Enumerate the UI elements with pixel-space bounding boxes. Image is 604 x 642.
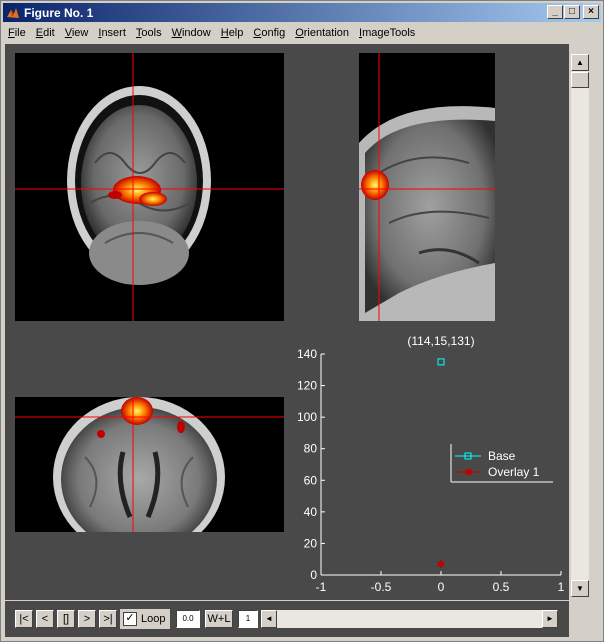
menu-tools[interactable]: Tools [131,27,167,39]
title-bar[interactable]: Figure No. 1 _ □ × [3,3,601,22]
overlay-data-point: ✱ [436,559,445,571]
speed-input[interactable]: 0.0 [176,610,200,628]
menu-imagetools[interactable]: ImageTools [354,27,420,39]
maximize-button[interactable]: □ [564,5,580,19]
window-title: Figure No. 1 [24,5,94,20]
scroll-left-button[interactable]: ◄ [261,610,277,628]
axial-brain-image [15,397,284,532]
y-tick-label: 100 [297,410,317,424]
prev-frame-button[interactable]: < [36,610,54,628]
legend-base-label: Base [488,449,516,463]
legend-overlay-marker: ✱ [464,467,473,479]
coordinate-label: (114,15,131) [407,334,474,348]
figure-window: Figure No. 1 _ □ × File Edit View Insert… [0,0,604,642]
loop-label: Loop [141,613,166,625]
legend: Base ✱ Overlay 1 [450,444,553,483]
menu-help[interactable]: Help [216,27,249,39]
x-tick-label: 0 [438,580,445,594]
figure-canvas: (114,15,131) 140 120 100 80 60 40 20 0 -1 -0.5 0 0… [5,44,569,600]
y-tick-label: 60 [304,473,318,487]
loop-check-icon[interactable]: ✓ [123,612,137,626]
last-frame-button[interactable]: >| [99,610,117,628]
menu-config[interactable]: Config [248,27,290,39]
stop-button[interactable]: [] [57,610,75,628]
coronal-brain-image [15,53,284,321]
menu-edit[interactable]: Edit [31,27,60,39]
y-tick-label: 40 [304,505,318,519]
window-controls: _ □ × [547,5,599,19]
frame-scrollbar[interactable]: ◄ ► [261,610,558,628]
sagittal-brain-image [359,53,495,321]
minimize-button[interactable]: _ [547,5,563,19]
legend-overlay-label: Overlay 1 [488,465,540,479]
matlab-logo-icon [7,7,19,18]
first-frame-button[interactable]: |< [15,610,33,628]
menu-insert[interactable]: Insert [93,27,131,39]
menu-window[interactable]: Window [167,27,216,39]
base-data-point [437,358,445,366]
vertical-scrollbar[interactable]: ▲ ▼ [571,54,589,597]
vertical-scroll-thumb[interactable] [571,72,589,88]
next-frame-button[interactable]: > [78,610,96,628]
intensity-plot[interactable]: (114,15,131) 140120100806040200 -1 -0.5 0 0… [295,324,569,600]
close-button[interactable]: × [583,5,599,19]
x-tick-label: 0.5 [493,580,510,594]
menu-bar: File Edit View Insert Tools Window Help … [3,23,601,42]
sagittal-view[interactable] [359,53,495,321]
scroll-down-button[interactable]: ▼ [571,580,589,597]
x-tick-label: 1 [558,580,565,594]
playback-controls: |< < [] > >| ✓ Loop 0.0 W+L 1 ◄ ► [5,601,569,637]
y-tick-label: 20 [304,536,318,550]
y-tick-label: 80 [304,442,318,456]
y-tick-label: 140 [297,347,317,361]
menu-file[interactable]: File [3,27,31,39]
scroll-right-button[interactable]: ► [542,610,558,628]
coronal-view[interactable] [15,53,284,321]
x-tick-label: -1 [316,580,327,594]
menu-orientation[interactable]: Orientation [290,27,354,39]
x-tick-label: -0.5 [371,580,392,594]
frame-input[interactable]: 1 [238,610,258,628]
window-level-button[interactable]: W+L [205,610,233,628]
axial-view[interactable] [15,397,284,532]
y-tick-label: 120 [297,379,317,393]
menu-view[interactable]: View [60,27,94,39]
loop-checkbox[interactable]: ✓ Loop [120,609,170,629]
scroll-up-button[interactable]: ▲ [571,54,589,71]
